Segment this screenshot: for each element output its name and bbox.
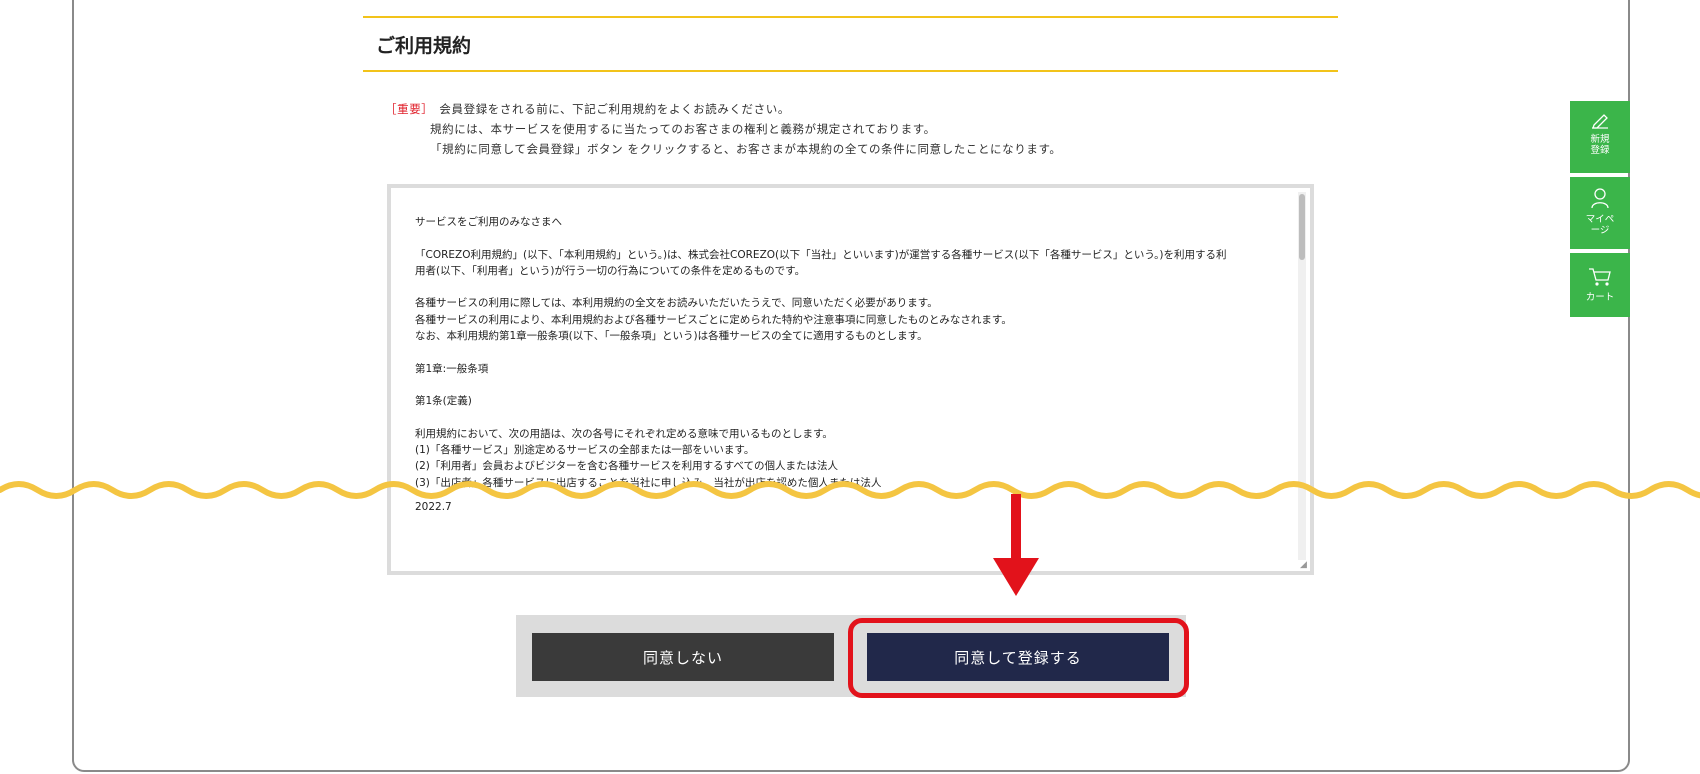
agree-register-button[interactable]: 同意して登録する xyxy=(867,633,1169,681)
terms-blank-line xyxy=(415,230,1275,246)
pencil-icon xyxy=(1592,114,1608,129)
side-nav-cart-label: カート xyxy=(1585,292,1615,303)
side-nav-mypage[interactable]: マイペ ージ xyxy=(1570,177,1630,249)
resize-handle-icon[interactable]: ◢ xyxy=(1300,561,1309,570)
important-tag: ［重要］ xyxy=(385,102,434,116)
terms-line: (1)「各種サービス」別途定めるサービスの全部または一部をいいます。 xyxy=(415,444,755,457)
arrow-down-icon xyxy=(993,558,1039,596)
terms-blank-line xyxy=(415,279,1275,295)
cart-icon xyxy=(1589,268,1611,286)
side-nav-register-label-1: 新規 xyxy=(1590,134,1610,145)
cut-wave-divider xyxy=(0,481,1700,499)
scrollbar-thumb[interactable] xyxy=(1299,194,1305,260)
notice-line-1: 会員登録をされる前に、下記ご利用規約をよくお読みください。 xyxy=(439,102,790,116)
title-bar: ご利用規約 xyxy=(363,16,1338,72)
terms-blank-line xyxy=(415,410,1275,426)
terms-line: 第1章:一般条項 xyxy=(415,362,489,375)
notice-line-3: 「規約に同意して会員登録」ボタン をクリックすると、お客さまが本規約の全ての条件… xyxy=(430,142,1062,156)
side-nav-mypage-label-2: ージ xyxy=(1590,225,1610,236)
terms-blank-line xyxy=(415,377,1275,393)
side-nav-cart[interactable]: カート xyxy=(1570,253,1630,317)
terms-line: 第1条(定義) xyxy=(415,395,472,408)
important-notice: ［重要］ 会員登録をされる前に、下記ご利用規約をよくお読みください。 規約には、本… xyxy=(385,99,1062,159)
arrow-down-icon-shaft xyxy=(1011,494,1021,562)
terms-textarea[interactable]: サービスをご利用のみなさまへ「COREZO利用規約」(以下、「本利用規約」という… xyxy=(387,184,1314,575)
terms-line: 用者(以下、「利用者」という)が行う一切の行為についての条件を定めるものです。 xyxy=(415,264,806,277)
terms-line: 「COREZO利用規約」(以下、「本利用規約」という。)は、株式会社COREZO… xyxy=(415,248,1227,261)
side-nav: 新規 登録 マイペ ージ カート xyxy=(1570,101,1630,321)
terms-blank-line xyxy=(415,344,1275,360)
terms-line: 利用規約において、次の用語は、次の各号にそれぞれ定める意味で用いるものとします。 xyxy=(415,427,833,440)
terms-text: サービスをご利用のみなさまへ「COREZO利用規約」(以下、「本利用規約」という… xyxy=(415,214,1275,491)
button-area: 同意しない 同意して登録する xyxy=(516,615,1186,697)
terms-line: 各種サービスの利用により、本利用規約および各種サービスごとに定められた特約や注意… xyxy=(415,313,1012,326)
terms-line: なお、本利用規約第1章一般条項(以下、「一般条項」という)は各種サービスの全てに… xyxy=(415,330,928,343)
decline-button[interactable]: 同意しない xyxy=(532,633,834,681)
user-icon xyxy=(1591,188,1609,209)
terms-line: サービスをご利用のみなさまへ xyxy=(415,216,562,228)
side-nav-mypage-label-1: マイペ xyxy=(1585,214,1615,225)
terms-line: 各種サービスの利用に際しては、本利用規約の全文をお読みいただいたうえで、同意いた… xyxy=(415,297,938,310)
notice-line-2: 規約には、本サービスを使用するに当たってのお客さまの権利と義務が規定されておりま… xyxy=(430,122,936,136)
side-nav-register[interactable]: 新規 登録 xyxy=(1570,101,1630,173)
side-nav-register-label-2: 登録 xyxy=(1590,145,1610,156)
page-title: ご利用規約 xyxy=(376,35,472,57)
